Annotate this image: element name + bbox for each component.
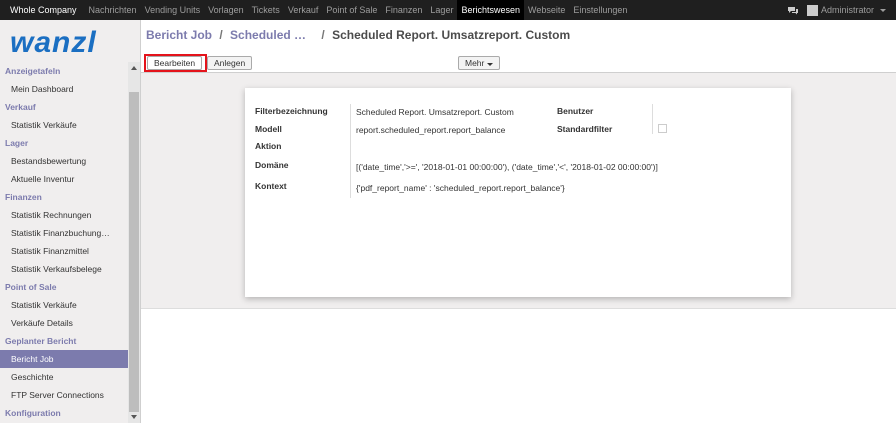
- sidebar-item[interactable]: Statistik Verkaufsbelege: [0, 260, 128, 278]
- company-switcher[interactable]: Whole Company: [0, 0, 85, 20]
- scroll-down-icon[interactable]: [131, 415, 137, 419]
- chevron-down-icon: [880, 8, 886, 12]
- context-label: Kontext: [255, 181, 287, 191]
- form-view: Filterbezeichnung Scheduled Report. Umsa…: [141, 73, 896, 309]
- scroll-up-icon[interactable]: [131, 66, 137, 70]
- sidebar-item[interactable]: Statistik Rechnungen: [0, 206, 128, 224]
- top-menu-item[interactable]: Vending Units: [141, 0, 205, 20]
- model-label: Modell: [255, 124, 282, 134]
- sidebar-section-header: Konfiguration: [5, 408, 61, 418]
- top-navbar: Whole Company Nachrichten Vending Units Vo…: [0, 0, 896, 20]
- sidebar-section-header: Verkauf: [5, 102, 36, 112]
- wanzl-logo: wanzl: [10, 28, 97, 56]
- sidebar-scroll-thumb[interactable]: [129, 92, 139, 412]
- top-menu-item[interactable]: Finanzen: [381, 0, 426, 20]
- chevron-down-icon: [487, 63, 494, 66]
- sidebar-item[interactable]: Bericht Job: [0, 350, 128, 368]
- form-sheet: Filterbezeichnung Scheduled Report. Umsa…: [245, 88, 791, 297]
- context-value: {'pdf_report_name' : 'scheduled_report.r…: [356, 183, 565, 193]
- edit-button[interactable]: Bearbeiten: [147, 56, 203, 70]
- sidebar-item[interactable]: Geschichte: [0, 368, 128, 386]
- sidebar-section-header: Point of Sale: [5, 282, 57, 292]
- action-label: Aktion: [255, 141, 282, 151]
- sidebar-section-header: Lager: [5, 138, 29, 148]
- sidebar-item[interactable]: Bestandsbewertung: [0, 152, 128, 170]
- field-divider: [652, 104, 653, 134]
- filter-name-label: Filterbezeichnung: [255, 106, 328, 116]
- top-menu-item[interactable]: Einstellungen: [569, 0, 631, 20]
- sidebar-item[interactable]: Mein Dashboard: [0, 80, 128, 98]
- user-label: Benutzer: [557, 106, 594, 116]
- sidebar-item[interactable]: Statistik Finanzmittel: [0, 242, 128, 260]
- logo-text: wanzl: [10, 28, 97, 56]
- sidebar-section-header: Geplanter Bericht: [5, 336, 77, 346]
- user-menu[interactable]: Administrator: [806, 4, 886, 16]
- top-menu-item[interactable]: Nachrichten: [85, 0, 141, 20]
- sidebar-item[interactable]: Aktuelle Inventur: [0, 170, 128, 188]
- sidebar-item[interactable]: Statistik Verkäufe: [0, 296, 128, 314]
- user-name: Administrator: [820, 5, 874, 15]
- sidebar-item[interactable]: Statistik Finanzbuchung…: [0, 224, 128, 242]
- sidebar: wanzl Anzeigetafeln Mein Dashboard Verkauf…: [0, 20, 141, 423]
- domain-value: [('date_time','>=', '2018-01-01 00:00:00…: [356, 162, 658, 172]
- create-button[interactable]: Anlegen: [207, 56, 253, 70]
- filter-name-value: Scheduled Report. Umsatzreport. Custom: [356, 107, 514, 117]
- breadcrumb-middle[interactable]: Scheduled …: [230, 28, 306, 42]
- avatar: [806, 4, 818, 16]
- model-value: report.scheduled_report.report_balance: [356, 125, 506, 135]
- page-title: Scheduled Report. Umsatzreport. Custom: [332, 28, 571, 42]
- top-menu-item[interactable]: Verkauf: [284, 0, 323, 20]
- default-filter-label: Standardfilter: [557, 124, 613, 134]
- breadcrumb-separator: /: [219, 28, 223, 42]
- sidebar-section-header: Finanzen: [5, 192, 42, 202]
- top-menu: Whole Company Nachrichten Vending Units Vo…: [0, 0, 631, 20]
- top-menu-item[interactable]: Point of Sale: [322, 0, 381, 20]
- breadcrumb: Bericht Job / Scheduled … / Scheduled Re…: [146, 28, 570, 42]
- top-menu-item[interactable]: Webseite: [524, 0, 569, 20]
- domain-label: Domäne: [255, 160, 289, 170]
- control-panel: Bericht Job / Scheduled … / Scheduled Re…: [141, 20, 896, 73]
- more-dropdown[interactable]: Mehr: [458, 56, 501, 70]
- sidebar-item[interactable]: Statistik Verkäufe: [0, 116, 128, 134]
- default-filter-checkbox[interactable]: [658, 124, 667, 133]
- topbar-right: Administrator: [787, 0, 886, 20]
- sidebar-item[interactable]: Verkäufe Details: [0, 314, 128, 332]
- top-menu-item[interactable]: Lager: [426, 0, 457, 20]
- top-menu-item[interactable]: Berichtswesen: [457, 0, 524, 20]
- chat-icon[interactable]: [787, 6, 799, 15]
- top-menu-item[interactable]: Vorlagen: [204, 0, 248, 20]
- sidebar-nav: Anzeigetafeln Mein Dashboard Verkauf Statis…: [0, 62, 128, 422]
- breadcrumb-separator: /: [321, 28, 325, 42]
- field-divider: [350, 104, 351, 198]
- sidebar-item[interactable]: FTP Server Connections: [0, 386, 128, 404]
- more-label: Mehr: [465, 58, 485, 68]
- top-menu-item[interactable]: Tickets: [248, 0, 284, 20]
- sidebar-section-header: Anzeigetafeln: [5, 66, 61, 76]
- breadcrumb-parent[interactable]: Bericht Job: [146, 28, 212, 42]
